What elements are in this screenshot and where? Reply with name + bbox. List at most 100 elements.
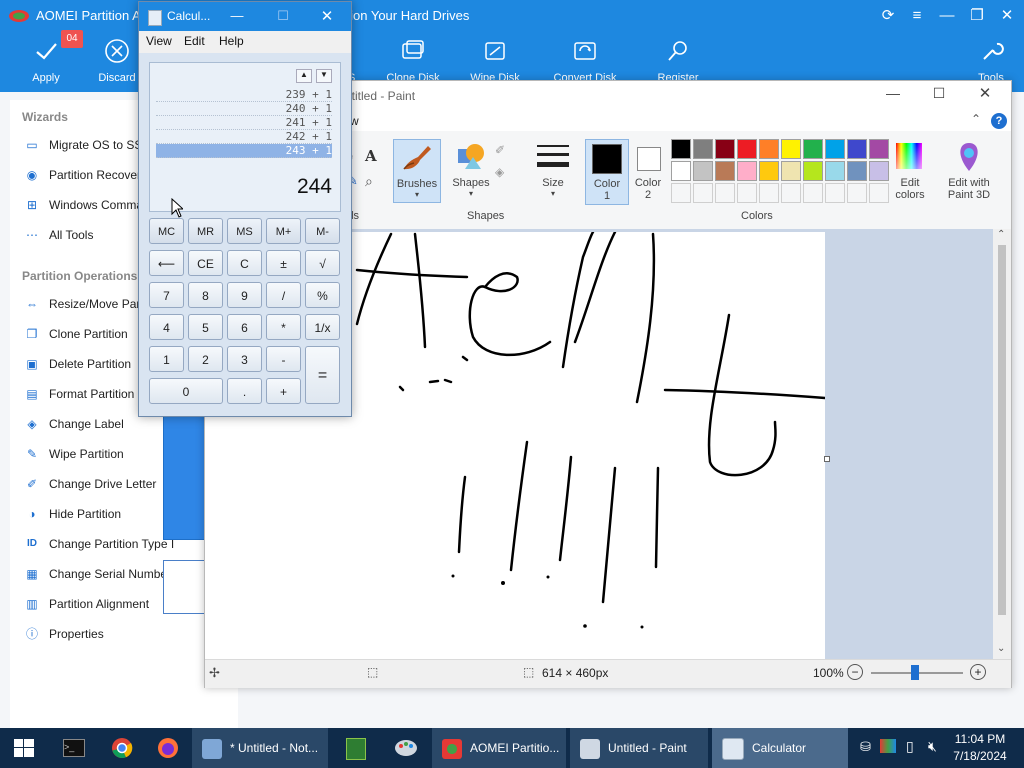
network-icon[interactable]: ⛁ bbox=[860, 739, 871, 755]
palette-swatch[interactable] bbox=[671, 183, 691, 203]
backspace-button[interactable]: ⟵ bbox=[149, 250, 184, 276]
paint3d-button[interactable]: Edit with Paint 3D bbox=[939, 139, 999, 203]
paint-close-button[interactable]: ✕ bbox=[973, 84, 997, 104]
palette-swatch[interactable] bbox=[825, 139, 845, 159]
decimal-button[interactable]: . bbox=[227, 378, 262, 404]
refresh-icon[interactable]: ⟳ bbox=[877, 6, 899, 26]
taskbar-chrome[interactable] bbox=[104, 728, 138, 768]
task-paint[interactable]: Untitled - Paint bbox=[570, 728, 708, 768]
palette-swatch[interactable] bbox=[715, 183, 735, 203]
palette-swatch[interactable] bbox=[737, 139, 757, 159]
m-plus-button[interactable]: M+ bbox=[266, 218, 301, 244]
color1-button[interactable]: Color 1 bbox=[585, 139, 629, 205]
paint-minimize-button[interactable]: — bbox=[881, 85, 905, 105]
palette-swatch[interactable] bbox=[693, 183, 713, 203]
menu-help[interactable]: Help bbox=[219, 34, 244, 48]
paint-maximize-button[interactable]: ☐ bbox=[927, 85, 951, 105]
ms-button[interactable]: MS bbox=[227, 218, 262, 244]
aomei-close-button[interactable]: ✕ bbox=[996, 6, 1018, 26]
aomei-minimize-button[interactable]: — bbox=[936, 6, 958, 26]
digit-6-button[interactable]: 6 bbox=[227, 314, 262, 340]
clear-button[interactable]: C bbox=[227, 250, 262, 276]
palette-swatch[interactable] bbox=[671, 161, 691, 181]
brushes-button[interactable]: Brushes ▾ bbox=[393, 139, 441, 203]
palette-swatch[interactable] bbox=[869, 161, 889, 181]
battery-icon[interactable]: ▯ bbox=[906, 738, 914, 755]
history-up-button[interactable]: ▲ bbox=[296, 69, 312, 83]
taskbar-paint-pinned[interactable] bbox=[388, 728, 422, 768]
digit-7-button[interactable]: 7 bbox=[149, 282, 184, 308]
palette-swatch[interactable] bbox=[781, 183, 801, 203]
palette-swatch[interactable] bbox=[847, 139, 867, 159]
palette-swatch[interactable] bbox=[825, 161, 845, 181]
menu-edit[interactable]: Edit bbox=[184, 34, 205, 48]
palette-swatch[interactable] bbox=[693, 139, 713, 159]
subtract-button[interactable]: - bbox=[266, 346, 301, 372]
taskbar-app-pinned[interactable] bbox=[338, 728, 372, 768]
palette-swatch[interactable] bbox=[803, 139, 823, 159]
digit-9-button[interactable]: 9 bbox=[227, 282, 262, 308]
taskbar-terminal[interactable]: >_ bbox=[56, 728, 90, 768]
palette-swatch[interactable] bbox=[781, 161, 801, 181]
digit-0-button[interactable]: 0 bbox=[149, 378, 223, 404]
shapes-button[interactable]: Shapes ▾ bbox=[451, 139, 491, 201]
calc-minimize-button[interactable]: — bbox=[227, 8, 247, 26]
text-tool-icon[interactable]: A bbox=[365, 147, 377, 165]
digit-2-button[interactable]: 2 bbox=[188, 346, 223, 372]
add-button[interactable]: + bbox=[266, 378, 301, 404]
digit-3-button[interactable]: 3 bbox=[227, 346, 262, 372]
canvas-resize-handle[interactable] bbox=[824, 456, 830, 462]
help-icon[interactable]: ? bbox=[991, 113, 1007, 129]
volume-muted-icon[interactable]: 🔇︎ bbox=[928, 738, 937, 755]
edit-colors-button[interactable]: Edit colors bbox=[891, 139, 929, 203]
magnifier-icon[interactable]: ⌕ bbox=[365, 173, 373, 190]
clear-entry-button[interactable]: CE bbox=[188, 250, 223, 276]
calc-close-button[interactable]: ✕ bbox=[317, 7, 337, 25]
history-line-selected[interactable]: 243 + 1 bbox=[156, 144, 332, 158]
scroll-up-icon[interactable]: ⌃ bbox=[997, 229, 1005, 240]
scroll-down-icon[interactable]: ⌄ bbox=[997, 643, 1005, 654]
palette-swatch[interactable] bbox=[847, 161, 867, 181]
history-down-button[interactable]: ▼ bbox=[316, 69, 332, 83]
digit-4-button[interactable]: 4 bbox=[149, 314, 184, 340]
reciprocal-button[interactable]: 1/x bbox=[305, 314, 340, 340]
color2-button[interactable]: Color 2 bbox=[629, 139, 667, 203]
zoom-in-button[interactable]: + bbox=[970, 664, 986, 680]
digit-1-button[interactable]: 1 bbox=[149, 346, 184, 372]
menu-icon[interactable]: ≡ bbox=[906, 6, 928, 26]
zoom-slider-thumb[interactable] bbox=[911, 665, 919, 680]
m-minus-button[interactable]: M- bbox=[305, 218, 340, 244]
mc-button[interactable]: MC bbox=[149, 218, 184, 244]
menu-view[interactable]: View bbox=[146, 34, 172, 48]
palette-swatch[interactable] bbox=[759, 139, 779, 159]
shape-fill-icon[interactable]: ◈ bbox=[495, 165, 504, 179]
palette-swatch[interactable] bbox=[693, 161, 713, 181]
palette-swatch[interactable] bbox=[825, 183, 845, 203]
palette-swatch[interactable] bbox=[847, 183, 867, 203]
aomei-restore-button[interactable]: ❐ bbox=[966, 6, 988, 26]
palette-swatch[interactable] bbox=[759, 183, 779, 203]
palette-swatch[interactable] bbox=[715, 161, 735, 181]
paint-vertical-scrollbar[interactable]: ⌃ ⌄ bbox=[993, 229, 1011, 659]
zoom-out-button[interactable]: − bbox=[847, 664, 863, 680]
digit-8-button[interactable]: 8 bbox=[188, 282, 223, 308]
clock-time[interactable]: 11:04 PM bbox=[950, 732, 1010, 746]
equals-button[interactable]: = bbox=[305, 346, 340, 404]
ribbon-collapse-icon[interactable]: ⌃ bbox=[971, 112, 981, 126]
display-icon[interactable] bbox=[880, 739, 896, 753]
negate-button[interactable]: ± bbox=[266, 250, 301, 276]
start-button[interactable] bbox=[0, 728, 48, 768]
op-properties[interactable]: ⓘ Properties bbox=[24, 626, 224, 646]
task-aomei[interactable]: AOMEI Partitio... bbox=[432, 728, 566, 768]
digit-5-button[interactable]: 5 bbox=[188, 314, 223, 340]
taskbar-firefox[interactable] bbox=[150, 728, 184, 768]
palette-swatch[interactable] bbox=[759, 161, 779, 181]
scroll-thumb[interactable] bbox=[998, 245, 1006, 615]
task-notepad[interactable]: * Untitled - Not... bbox=[192, 728, 328, 768]
palette-swatch[interactable] bbox=[869, 183, 889, 203]
percent-button[interactable]: % bbox=[305, 282, 340, 308]
outline-icon[interactable]: ✐ bbox=[495, 143, 505, 157]
sqrt-button[interactable]: √ bbox=[305, 250, 340, 276]
palette-swatch[interactable] bbox=[671, 139, 691, 159]
mr-button[interactable]: MR bbox=[188, 218, 223, 244]
